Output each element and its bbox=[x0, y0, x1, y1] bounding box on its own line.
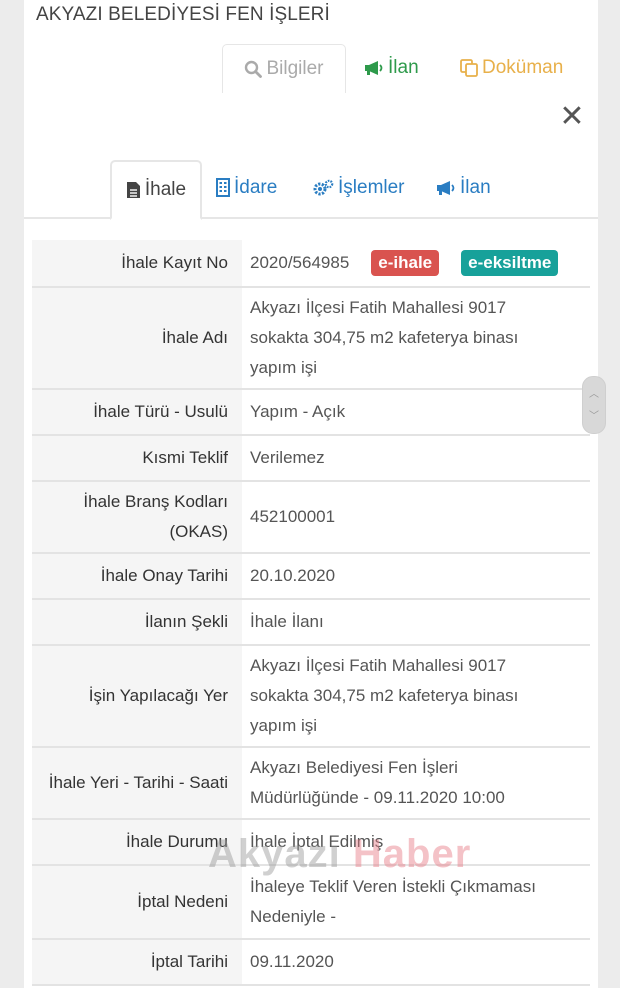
tab-islemler-label: İşlemler bbox=[338, 177, 405, 198]
chevron-up-icon: ︿ bbox=[589, 389, 599, 400]
tab-ihale-label: İhale bbox=[144, 179, 187, 200]
value-line: Müdürlüğünde - 09.11.2020 10:00 bbox=[250, 788, 505, 807]
value-line: yapım işi bbox=[250, 358, 318, 377]
row-value: Akyazı İlçesi Fatih Mahallesi 9017 sokak… bbox=[242, 646, 590, 746]
tab-idare[interactable]: İdare bbox=[216, 160, 277, 216]
copy-icon bbox=[460, 59, 478, 77]
row-label: İhale Türü - Usulü bbox=[32, 390, 242, 434]
row-value: 2020/564985 e-ihale e-eksiltme bbox=[242, 240, 590, 286]
cogs-icon bbox=[313, 179, 334, 196]
tender-detail-card: AKYAZI BELEDİYESİ FEN İŞLERİ Bilgiler İl… bbox=[24, 0, 598, 988]
value-line: Akyazı Belediyesi Fen İşleri bbox=[250, 758, 458, 777]
tab-ilan-label: İlan bbox=[388, 57, 419, 78]
row-value: 452100001 bbox=[250, 507, 336, 526]
row-value: İhale İptal Edilmiş bbox=[250, 832, 384, 851]
e-ihale-badge: e-ihale bbox=[371, 250, 440, 276]
table-row: İhale Türü - Usulü Yapım - Açık bbox=[32, 390, 590, 436]
table-row: İptal Tarihi 09.11.2020 bbox=[32, 940, 590, 986]
tab-ilan[interactable]: İlan bbox=[364, 44, 419, 92]
value-line: sokakta 304,75 m2 kafeterya binası bbox=[250, 686, 519, 705]
row-label: İptal Tarihi bbox=[32, 940, 242, 984]
label-line: (OKAS) bbox=[169, 522, 228, 541]
file-icon bbox=[126, 181, 140, 198]
row-value: 09.11.2020 bbox=[250, 952, 334, 971]
value-line: Akyazı İlçesi Fatih Mahallesi 9017 bbox=[250, 298, 507, 317]
row-label: Kısmi Teklif bbox=[32, 436, 242, 480]
top-tab-bar: Bilgiler İlan Doküman bbox=[24, 44, 598, 94]
row-label: İşin Yapılacağı Yer bbox=[32, 646, 242, 746]
tab-dokuman-label: Doküman bbox=[482, 57, 564, 78]
row-value: Yapım - Açık bbox=[250, 402, 346, 421]
table-row: İhale Durumu İhale İptal Edilmiş bbox=[32, 820, 590, 866]
scrollbar-handle[interactable]: ︿ ﹀ bbox=[582, 376, 606, 434]
kayit-no-value: 2020/564985 bbox=[250, 253, 350, 272]
tab-ihale[interactable]: İhale bbox=[110, 160, 202, 220]
megaphone-icon bbox=[365, 60, 383, 75]
tender-details-table: İhale Kayıt No 2020/564985 e-ihale e-eks… bbox=[32, 240, 590, 986]
megaphone-icon bbox=[437, 180, 455, 195]
value-line: sokakta 304,75 m2 kafeterya binası bbox=[250, 328, 519, 347]
row-value: Verilemez bbox=[250, 448, 325, 467]
row-label: İhale Branş Kodları (OKAS) bbox=[32, 482, 242, 552]
sub-tab-bar: İhale İdare İşlemler İlan bbox=[24, 160, 598, 220]
label-line: İhale Branş Kodları bbox=[83, 492, 228, 511]
chevron-down-icon: ﹀ bbox=[589, 411, 599, 422]
row-value: İhaleye Teklif Veren İstekli Çıkmaması N… bbox=[242, 866, 590, 938]
row-value: Akyazı Belediyesi Fen İşleri Müdürlüğünd… bbox=[242, 748, 590, 818]
table-row: İlanın Şekli İhale İlanı bbox=[32, 600, 590, 646]
table-row: İhale Adı Akyazı İlçesi Fatih Mahallesi … bbox=[32, 288, 590, 390]
e-eksiltme-badge: e-eksiltme bbox=[461, 250, 559, 276]
search-icon bbox=[245, 60, 263, 78]
table-row: İhale Branş Kodları (OKAS) 452100001 bbox=[32, 482, 590, 554]
value-line: yapım işi bbox=[250, 716, 318, 735]
value-line: İhaleye Teklif Veren İstekli Çıkmaması bbox=[250, 877, 536, 896]
row-label: İhale Yeri - Tarihi - Saati bbox=[32, 748, 242, 818]
page-title: AKYAZI BELEDİYESİ FEN İŞLERİ bbox=[36, 4, 330, 25]
row-label: İhale Kayıt No bbox=[32, 240, 242, 286]
table-row: İşin Yapılacağı Yer Akyazı İlçesi Fatih … bbox=[32, 646, 590, 748]
row-value: Akyazı İlçesi Fatih Mahallesi 9017 sokak… bbox=[242, 288, 590, 388]
row-value: İhale İlanı bbox=[250, 612, 324, 631]
table-row: İhale Onay Tarihi 20.10.2020 bbox=[32, 554, 590, 600]
tab-bilgiler[interactable]: Bilgiler bbox=[222, 44, 346, 93]
row-label: İlanın Şekli bbox=[32, 600, 242, 644]
tab-ilan-sub[interactable]: İlan bbox=[436, 160, 491, 216]
row-label: İhale Onay Tarihi bbox=[32, 554, 242, 598]
row-label: İhale Adı bbox=[32, 288, 242, 388]
table-row: İhale Yeri - Tarihi - Saati Akyazı Beled… bbox=[32, 748, 590, 820]
close-icon[interactable]: ✕ bbox=[559, 102, 585, 132]
building-icon bbox=[216, 178, 230, 198]
row-label: İhale Durumu bbox=[32, 820, 242, 864]
row-value: 20.10.2020 bbox=[250, 566, 336, 585]
row-label: İptal Nedeni bbox=[32, 866, 242, 938]
tab-idare-label: İdare bbox=[234, 177, 278, 198]
tab-dokuman[interactable]: Doküman bbox=[460, 44, 563, 92]
value-line: Akyazı İlçesi Fatih Mahallesi 9017 bbox=[250, 656, 507, 675]
table-row: Kısmi Teklif Verilemez bbox=[32, 436, 590, 482]
table-row: İptal Nedeni İhaleye Teklif Veren İstekl… bbox=[32, 866, 590, 940]
table-row: İhale Kayıt No 2020/564985 e-ihale e-eks… bbox=[32, 240, 590, 288]
value-line: Nedeniyle - bbox=[250, 907, 336, 926]
tab-bilgiler-label: Bilgiler bbox=[266, 58, 324, 79]
tab-ilan-sub-label: İlan bbox=[460, 177, 491, 198]
tab-islemler[interactable]: İşlemler bbox=[312, 160, 405, 216]
